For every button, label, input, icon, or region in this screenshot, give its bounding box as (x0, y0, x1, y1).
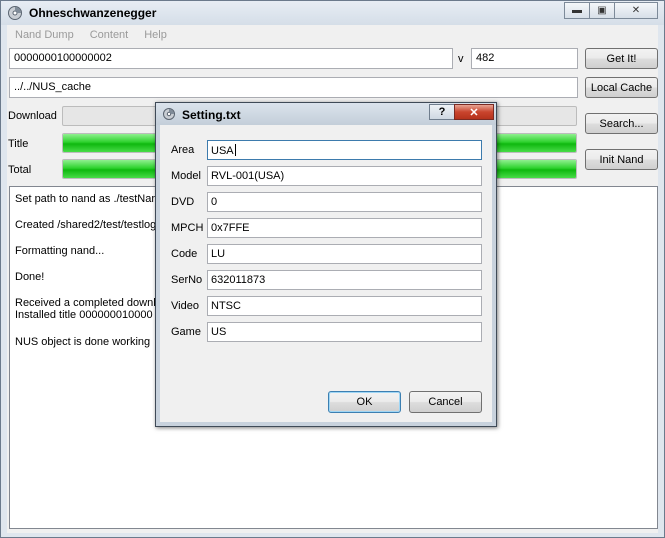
settings-dialog: Setting.txt ? ✕ Area USA Model RVL-001(U… (155, 102, 497, 427)
menu-nand-dump[interactable]: Nand Dump (7, 29, 82, 41)
log-line: Installed title 000000010000 (15, 309, 153, 321)
log-line: Formatting nand... (15, 245, 105, 257)
log-line: Received a completed downlo (15, 297, 162, 309)
minimize-button[interactable]: ▬ (564, 2, 590, 19)
log-line: NUS object is done working (15, 336, 151, 348)
game-label: Game (171, 326, 201, 338)
serno-input[interactable]: 632011873 (207, 270, 482, 290)
mpch-input[interactable]: 0x7FFE (207, 218, 482, 238)
log-line: Done! (15, 271, 45, 283)
cache-path-input[interactable]: ../../NUS_cache (9, 77, 578, 98)
menu-bar: Nand Dump Content Help (7, 25, 658, 45)
model-label: Model (171, 170, 201, 182)
model-input[interactable]: RVL-001(USA) (207, 166, 482, 186)
log-line: Created /shared2/test/testlog (15, 219, 157, 231)
cancel-button[interactable]: Cancel (409, 391, 482, 413)
menu-help[interactable]: Help (136, 29, 175, 41)
help-button[interactable]: ? (429, 104, 455, 120)
dvd-label: DVD (171, 196, 195, 208)
code-input[interactable]: LU (207, 244, 482, 264)
search-button[interactable]: Search... (585, 113, 658, 134)
ok-button[interactable]: OK (328, 391, 401, 413)
video-label: Video (171, 300, 199, 312)
title-id-input[interactable]: 0000000100000002 (9, 48, 453, 69)
dialog-disc-icon (163, 108, 175, 120)
area-label: Area (171, 144, 195, 156)
dialog-body: Area USA Model RVL-001(USA) DVD 0 MPCH 0… (160, 125, 492, 422)
serno-label: SerNo (171, 274, 203, 286)
area-input[interactable]: USA (207, 140, 482, 160)
title-label: Title (8, 138, 29, 150)
video-input[interactable]: NTSC (207, 296, 482, 316)
close-button[interactable]: ✕ (614, 2, 658, 19)
total-label: Total (8, 164, 32, 176)
game-input[interactable]: US (207, 322, 482, 342)
window-title: Ohneschwanzenegger (29, 6, 157, 20)
init-nand-button[interactable]: Init Nand (585, 149, 658, 170)
download-label: Download (8, 110, 57, 122)
local-cache-button[interactable]: Local Cache (585, 77, 658, 98)
maximize-button[interactable]: ▣ (589, 2, 615, 19)
dialog-title-bar[interactable]: Setting.txt ? ✕ (156, 103, 496, 125)
get-it-button[interactable]: Get It! (585, 48, 658, 69)
area-value: USA (211, 145, 234, 157)
dvd-input[interactable]: 0 (207, 192, 482, 212)
log-line: Set path to nand as ./testNar (15, 193, 156, 205)
code-label: Code (171, 248, 198, 260)
dialog-title: Setting.txt (182, 108, 241, 122)
menu-content[interactable]: Content (82, 29, 137, 41)
version-label: v (458, 53, 464, 65)
title-bar[interactable]: Ohneschwanzenegger ▬ ▣ ✕ (1, 1, 664, 25)
version-input[interactable]: 482 (471, 48, 578, 69)
dialog-close-button[interactable]: ✕ (454, 104, 494, 120)
mpch-label: MPCH (171, 222, 204, 234)
text-caret (234, 144, 236, 156)
app-disc-icon (8, 6, 22, 20)
